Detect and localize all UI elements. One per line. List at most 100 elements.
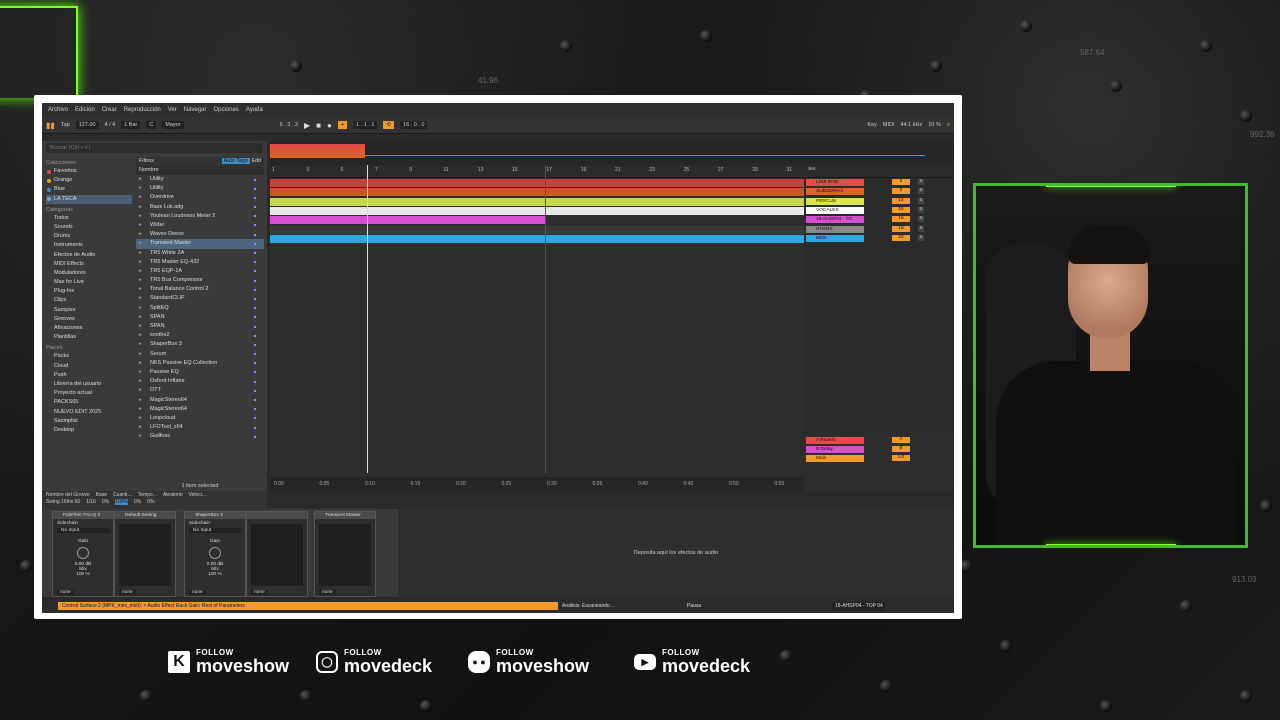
- play-icon[interactable]: ▶: [304, 121, 310, 130]
- edit-button[interactable]: Edit: [252, 158, 261, 164]
- return-name[interactable]: B Delay: [806, 446, 864, 453]
- browser-item[interactable]: MagicStereo64: [136, 405, 264, 414]
- browser-item[interactable]: TR5 White 2A: [136, 249, 264, 258]
- browser-item[interactable]: OTT: [136, 386, 264, 396]
- browser-item[interactable]: Tonal Balance Control 2: [136, 285, 264, 294]
- place-item[interactable]: Cloud: [46, 362, 132, 371]
- browser-item[interactable]: Overdrive: [136, 193, 264, 203]
- groove-name[interactable]: Swing 16ths 66: [46, 499, 80, 505]
- track-volume[interactable]: 0: [892, 179, 910, 185]
- device-display-2[interactable]: none: [246, 511, 308, 597]
- browser-item[interactable]: Utility: [136, 184, 264, 193]
- browser-item[interactable]: TR5 EQP-1A: [136, 267, 264, 276]
- track-header[interactable]: MIDI 22 S: [804, 235, 954, 243]
- device-title[interactable]: FabFilter Pro-Q 3: [53, 512, 113, 519]
- key-map-button[interactable]: Key: [867, 122, 876, 128]
- browser-item[interactable]: TR5 Bus Compressor: [136, 276, 264, 285]
- collection-item[interactable]: Favoritos: [46, 167, 132, 176]
- track-lane[interactable]: [270, 226, 804, 234]
- browser-item[interactable]: SplitEQ: [136, 304, 264, 313]
- arrangement-overview[interactable]: [270, 141, 954, 165]
- track-lane[interactable]: [270, 179, 804, 187]
- category-item[interactable]: Plantillas: [46, 333, 132, 342]
- return-header[interactable]: Main 1/2: [804, 455, 954, 463]
- stop-icon[interactable]: ■: [316, 121, 321, 130]
- social-discord[interactable]: ● ● FOLLOW moveshow: [468, 649, 589, 675]
- track-header[interactable]: VOCALES 15 S: [804, 207, 954, 215]
- browser-item[interactable]: Guilfoss: [136, 432, 264, 441]
- selected-track-label[interactable]: 18-AHSP04 - TOP 04: [832, 602, 886, 610]
- device-transient-master[interactable]: Transient Master none: [314, 511, 376, 597]
- loop-start-field[interactable]: 1 . 1 . 1: [353, 121, 378, 129]
- menu-reproduccion[interactable]: Reproducción: [124, 107, 161, 113]
- device-mix-value[interactable]: 100 %: [53, 572, 113, 577]
- place-item[interactable]: Packs: [46, 352, 132, 361]
- record-icon[interactable]: ●: [327, 121, 332, 130]
- auto-tags-button[interactable]: Auto Tags: [221, 158, 250, 164]
- track-volume[interactable]: 18: [892, 226, 910, 232]
- browser-item[interactable]: Wider: [136, 221, 264, 230]
- return-name[interactable]: Main: [806, 455, 864, 462]
- return-name[interactable]: A Reverb: [806, 437, 864, 444]
- loop-length-field[interactable]: 16 . 0 . 0: [400, 121, 428, 129]
- menu-opciones[interactable]: Opciones: [213, 107, 238, 113]
- track-name[interactable]: LINK END: [806, 179, 864, 186]
- browser-item[interactable]: StandardCLIP: [136, 294, 264, 304]
- track-volume[interactable]: 22: [892, 235, 910, 241]
- solo-button[interactable]: S: [918, 198, 924, 204]
- return-header[interactable]: B Delay B: [804, 446, 954, 454]
- return-volume[interactable]: B: [892, 446, 910, 452]
- browser-item[interactable]: ShaperBox 3: [136, 340, 264, 350]
- category-item[interactable]: Max for Live: [46, 278, 132, 287]
- track-name[interactable]: PERCUS: [806, 198, 864, 205]
- device-default[interactable]: Default Setting none: [114, 511, 176, 597]
- tap-button[interactable]: Tap: [61, 122, 70, 128]
- device-shaperbox[interactable]: ShaperBox 3 Sidechain No Input Gain 0.00…: [184, 511, 246, 597]
- browser-item[interactable]: SPAN: [136, 313, 264, 322]
- name-column-header[interactable]: Nombre: [136, 166, 264, 175]
- midi-map-button[interactable]: MIDI: [883, 122, 895, 128]
- groove-velocity[interactable]: 0%: [147, 499, 154, 505]
- arrangement-position[interactable]: 6 . 3 . 3: [280, 122, 298, 128]
- track-volume[interactable]: 16: [892, 216, 910, 222]
- solo-button[interactable]: S: [918, 226, 924, 232]
- scale-select[interactable]: Mayor: [162, 121, 184, 129]
- browser-item[interactable]: NKS Passive EQ Collection: [136, 359, 264, 368]
- category-item[interactable]: Moduladores: [46, 269, 132, 278]
- place-item[interactable]: Push: [46, 371, 132, 380]
- solo-button[interactable]: S: [918, 179, 924, 185]
- track-volume[interactable]: 15: [892, 207, 910, 213]
- track-lane[interactable]: [270, 207, 804, 215]
- track-name[interactable]: STEMS: [806, 226, 864, 233]
- track-lane[interactable]: La Isla Bonita-drums] [2026-0 La Isla Bo…: [270, 198, 804, 212]
- gain-knob[interactable]: [209, 547, 221, 559]
- track-volume[interactable]: 0: [892, 188, 910, 194]
- browser-item[interactable]: Passive EQ: [136, 368, 264, 377]
- return-header[interactable]: A Reverb A: [804, 437, 954, 445]
- category-item[interactable]: Todos: [46, 214, 132, 223]
- menu-crear[interactable]: Crear: [102, 107, 117, 113]
- browser-item[interactable]: Loopcloud: [136, 414, 264, 423]
- track-header[interactable]: STEMS 18 S: [804, 226, 954, 234]
- social-youtube[interactable]: ▶ FOLLOW movedeck: [634, 649, 750, 675]
- gain-knob[interactable]: [77, 547, 89, 559]
- browser-item[interactable]: TR5 Master EQ-432: [136, 258, 264, 267]
- device-title[interactable]: Transient Master: [315, 512, 375, 519]
- device-fabfilter[interactable]: FabFilter Pro-Q 3 Sidechain No Input Gai…: [52, 511, 114, 597]
- track-name[interactable]: 18-AHSP04 - TO: [806, 216, 864, 223]
- collection-item[interactable]: Orange: [46, 176, 132, 185]
- category-item[interactable]: Afinaciones: [46, 324, 132, 333]
- browser-item[interactable]: Serum: [136, 350, 264, 359]
- loop-icon[interactable]: ⟲: [383, 121, 395, 129]
- track-name[interactable]: VOCALES: [806, 207, 864, 214]
- key-select[interactable]: C: [146, 121, 157, 129]
- category-item[interactable]: Efectos de Audio: [46, 251, 132, 260]
- groove-random[interactable]: 0%: [134, 499, 141, 505]
- track-name[interactable]: MIDI: [806, 235, 864, 242]
- quantization-select[interactable]: 1 Bar: [121, 121, 141, 129]
- track-header[interactable]: LINK END 0 S: [804, 179, 954, 187]
- browser-item[interactable]: Waves Deess: [136, 230, 264, 239]
- menu-ver[interactable]: Ver: [168, 107, 177, 113]
- menu-archivo[interactable]: Archivo: [48, 107, 68, 113]
- solo-button[interactable]: S: [918, 216, 924, 222]
